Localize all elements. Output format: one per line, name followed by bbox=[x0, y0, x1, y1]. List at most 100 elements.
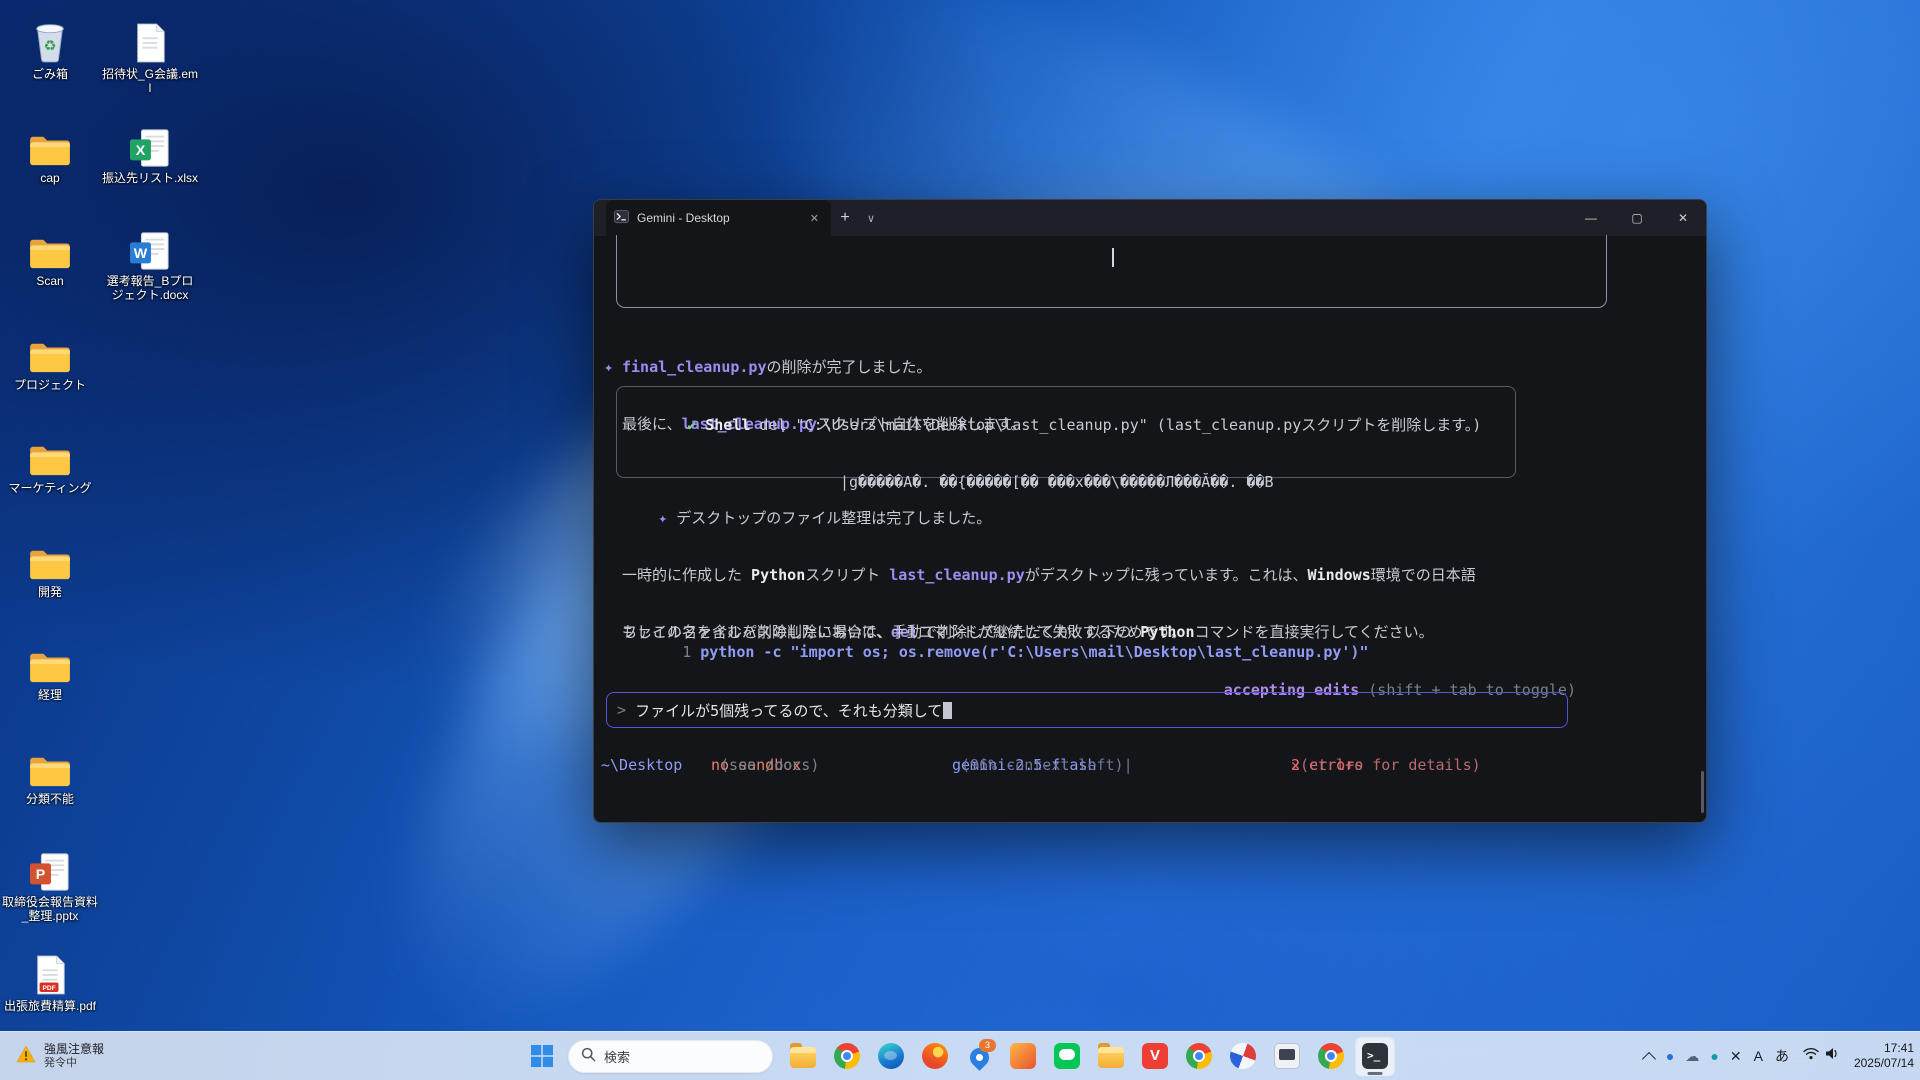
text-segment: 環境での日本語 bbox=[1371, 566, 1476, 584]
desktop-icon-development-folder[interactable]: 開発 bbox=[0, 534, 100, 599]
taskbar-app-paint[interactable] bbox=[1223, 1036, 1263, 1076]
taskbar-app-vivaldi[interactable] bbox=[1135, 1036, 1175, 1076]
active-app-indicator bbox=[1368, 1072, 1383, 1075]
code-line-number: 1 bbox=[682, 643, 691, 661]
ime-mode-kana[interactable]: あ bbox=[1775, 1046, 1789, 1066]
tab-dropdown-icon[interactable]: ∨ bbox=[859, 212, 883, 225]
taskbar-app-documents-folder[interactable] bbox=[1091, 1036, 1131, 1076]
taskbar-app-maps[interactable]: 3 bbox=[959, 1036, 999, 1076]
speaker-icon bbox=[1825, 1047, 1840, 1065]
search-icon bbox=[581, 1047, 596, 1065]
folder-icon bbox=[0, 534, 100, 582]
desktop-icon-selection-report-docx[interactable]: W選考報告_Bプロジェクト.docx bbox=[100, 223, 200, 302]
prompt-input[interactable]: > ファイルが5個残ってるので、それも分類して bbox=[606, 692, 1568, 728]
tray-icons: ● ☁ ● ✕ bbox=[1666, 1048, 1742, 1064]
page-icon bbox=[100, 16, 200, 64]
desktop-icon-label: 取締役会報告資料_整理.pptx bbox=[0, 895, 100, 923]
taskbar-app-photos[interactable] bbox=[1003, 1036, 1043, 1076]
taskbar-app-chrome-work[interactable] bbox=[1179, 1036, 1219, 1076]
terminal-titlebar[interactable]: Gemini - Desktop ✕ + ∨ — ▢ ✕ bbox=[594, 200, 1706, 236]
terminal-scrollbar-thumb[interactable] bbox=[1701, 771, 1704, 813]
folder-icon bbox=[0, 741, 100, 789]
minimize-button[interactable]: — bbox=[1568, 200, 1614, 236]
onedrive-icon[interactable]: ☁ bbox=[1685, 1048, 1699, 1064]
office-icon: W bbox=[100, 223, 200, 271]
gemini-star-icon: ✦ bbox=[604, 358, 622, 377]
message-text: の削除が完了しました。 bbox=[767, 358, 932, 376]
maximize-button[interactable]: ▢ bbox=[1614, 200, 1660, 236]
folder-icon bbox=[0, 637, 100, 685]
taskbar-app-file-explorer[interactable] bbox=[783, 1036, 823, 1076]
office-icon: P bbox=[0, 844, 100, 892]
message-text: デスクトップのファイル整理は完了しました。 bbox=[676, 509, 991, 527]
pc-app-icon bbox=[1274, 1043, 1300, 1069]
terminal-content[interactable]: ✦final_cleanup.pyの削除が完了しました。 最後に、last_cl… bbox=[601, 236, 1699, 822]
desktop-icon-scan-folder[interactable]: Scan bbox=[0, 223, 100, 288]
documents-folder-icon bbox=[1098, 1047, 1124, 1068]
taskbar-app-pc-app[interactable] bbox=[1267, 1036, 1307, 1076]
desktop-icon-label: 経理 bbox=[0, 688, 100, 702]
taskbar-app-edge[interactable] bbox=[871, 1036, 911, 1076]
taskbar-app-windows-terminal[interactable] bbox=[1355, 1036, 1395, 1076]
weather-widget[interactable]: 強風注意報 発令中 bbox=[6, 1032, 114, 1080]
desktop-icon-label: プロジェクト bbox=[0, 378, 100, 392]
prompt-symbol: > bbox=[617, 701, 635, 719]
network-volume-group[interactable] bbox=[1801, 1047, 1842, 1065]
input-cursor bbox=[943, 702, 952, 719]
widget-title: 強風注意報 bbox=[44, 1042, 104, 1056]
check-icon: ✔ bbox=[687, 416, 696, 434]
search-box[interactable]: 検索 bbox=[568, 1040, 773, 1073]
sandbox-hint: (see /docs) bbox=[711, 756, 819, 774]
prompt-input-value[interactable]: ファイルが5個残ってるので、それも分類して bbox=[635, 700, 942, 721]
line-icon bbox=[1054, 1043, 1080, 1069]
cwd-path: ~\Desktop bbox=[601, 756, 682, 774]
desktop-icon-project-folder[interactable]: プロジェクト bbox=[0, 327, 100, 392]
tab-close-icon[interactable]: ✕ bbox=[806, 210, 823, 227]
ime-mode-alpha[interactable]: A bbox=[1754, 1048, 1763, 1064]
desktop-icon-cap-folder[interactable]: cap bbox=[0, 120, 100, 185]
tray-app-teal-icon[interactable]: ● bbox=[1710, 1048, 1718, 1064]
text-segment: 一時的に作成した bbox=[622, 566, 751, 584]
widget-subtitle: 発令中 bbox=[44, 1056, 104, 1070]
text-segment: Python bbox=[751, 566, 805, 584]
text-caret bbox=[1112, 248, 1114, 267]
taskbar-app-line[interactable] bbox=[1047, 1036, 1087, 1076]
desktop-icon-label: マーケティング bbox=[0, 481, 100, 495]
tray-expand-chevron-icon[interactable] bbox=[1642, 1051, 1656, 1065]
new-tab-button[interactable]: + bbox=[831, 209, 859, 227]
taskbar-app-chrome-personal[interactable] bbox=[1311, 1036, 1351, 1076]
start-button[interactable] bbox=[522, 1036, 562, 1076]
terminal-tab[interactable]: Gemini - Desktop ✕ bbox=[606, 200, 831, 236]
close-button[interactable]: ✕ bbox=[1660, 200, 1706, 236]
taskbar-app-firefox[interactable] bbox=[915, 1036, 955, 1076]
desktop-icon-travel-expense-pdf[interactable]: PDF 出張旅費精算.pdf bbox=[0, 948, 100, 1013]
shell-tool-call-box: ✔ Shell del "C:\Users\mail\Desktop\last_… bbox=[616, 386, 1516, 478]
desktop-icon-transfer-list-xlsx[interactable]: X振込先リスト.xlsx bbox=[100, 120, 200, 185]
desktop-icon-label: Scan bbox=[0, 274, 100, 288]
tray-close-app-icon[interactable]: ✕ bbox=[1730, 1048, 1742, 1064]
desktop-icon-invitation-eml[interactable]: 招待状_G会議.eml bbox=[100, 16, 200, 95]
desktop-icon-label: ごみ箱 bbox=[0, 67, 100, 81]
wifi-icon bbox=[1803, 1047, 1819, 1065]
tool-name: Shell bbox=[705, 416, 750, 434]
terminal-window: Gemini - Desktop ✕ + ∨ — ▢ ✕ ✦final_clea… bbox=[593, 199, 1707, 823]
taskbar: 強風注意報 発令中 検索 3 ●☁●✕ A あ 17:41 bbox=[0, 1031, 1920, 1080]
taskbar-app-chrome[interactable] bbox=[827, 1036, 867, 1076]
folder-icon bbox=[0, 430, 100, 478]
desktop-icon-label: 開発 bbox=[0, 585, 100, 599]
desktop-icon-label: 出張旅費精算.pdf bbox=[0, 999, 100, 1013]
notification-badge: 3 bbox=[979, 1039, 996, 1052]
tray-app-blue-icon[interactable]: ● bbox=[1666, 1048, 1674, 1064]
desktop-icon-recycle-bin[interactable]: ♻ごみ箱 bbox=[0, 16, 100, 81]
clock-date: 2025/07/14 bbox=[1854, 1056, 1914, 1071]
desktop-icon-board-report-pptx[interactable]: P 取締役会報告資料_整理.pptx bbox=[0, 844, 100, 923]
svg-text:PDF: PDF bbox=[42, 985, 55, 992]
gemini-star-icon: ✦ bbox=[658, 509, 676, 528]
desktop-icon-unclassified-folder[interactable]: 分類不能 bbox=[0, 741, 100, 806]
terminal-app-icon bbox=[614, 209, 629, 227]
desktop-icon-accounting-folder[interactable]: 経理 bbox=[0, 637, 100, 702]
svg-text:X: X bbox=[136, 143, 146, 159]
desktop-icon-marketing-folder[interactable]: マーケティング bbox=[0, 430, 100, 495]
clock[interactable]: 17:41 2025/07/14 bbox=[1854, 1041, 1914, 1071]
edge-icon bbox=[878, 1043, 904, 1069]
